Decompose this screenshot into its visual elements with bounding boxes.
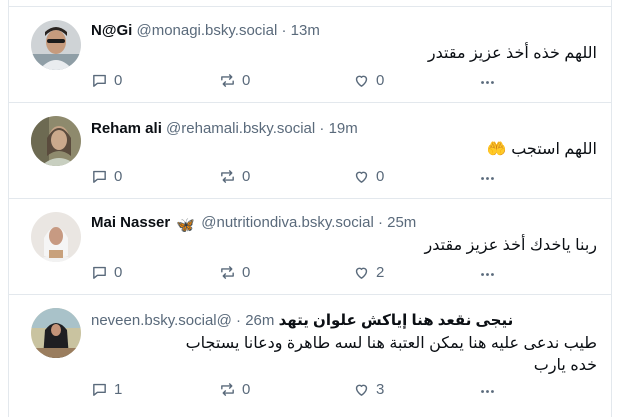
author-handle[interactable]: @monagi.bsky.social (136, 22, 277, 39)
post-header: نيجى نقعد هنا إياكش علوان يتهد neveen.bs… (91, 312, 514, 329)
post-header: Reham ali @rehamali.bsky.social · 19m (91, 120, 358, 137)
post-time[interactable]: 19m (329, 120, 358, 137)
like-count: 3 (376, 381, 385, 398)
butterfly-emoji: 🦋 (176, 217, 196, 234)
repost-count: 0 (242, 264, 251, 281)
author-name[interactable]: N@Gi (91, 22, 132, 39)
post-actions: 0 0 0 (91, 168, 511, 190)
repost-icon (221, 170, 234, 183)
more-icon (481, 273, 494, 276)
more-options-button[interactable] (479, 170, 496, 187)
heart-icon (355, 267, 368, 279)
heart-icon (355, 384, 368, 396)
post-text: ربنا ياخدك أخذ عزيز مقتدر (424, 237, 597, 254)
praying-hands-emoji: 🤲 (486, 141, 507, 158)
reply-button[interactable]: 0 (91, 264, 122, 281)
reply-button[interactable]: 0 (91, 72, 122, 89)
post[interactable]: Mai Nasser 🦋 @nutritiondiva.bsky.social … (9, 198, 611, 295)
feed: N@Gi @monagi.bsky.social · 13m اللهم خذه… (8, 0, 612, 417)
more-options-button[interactable] (479, 266, 496, 283)
avatar[interactable] (31, 116, 81, 166)
more-options-button[interactable] (479, 74, 496, 91)
avatar[interactable] (31, 20, 81, 70)
reply-icon (93, 170, 106, 183)
repost-button[interactable]: 0 (219, 168, 250, 185)
post-text: اللهم استجب 🤲 (487, 139, 597, 161)
reply-count: 1 (114, 381, 123, 398)
post-time[interactable]: 13m (291, 22, 320, 39)
like-count: 0 (376, 72, 385, 89)
heart-icon (355, 75, 368, 87)
author-name[interactable]: Reham ali (91, 120, 162, 137)
like-button[interactable]: 3 (353, 381, 384, 398)
author-handle[interactable]: @rehamali.bsky.social (166, 120, 315, 137)
repost-button[interactable]: 0 (219, 264, 250, 281)
author-name[interactable]: نيجى نقعد هنا إياكش علوان يتهد (279, 312, 514, 329)
like-count: 0 (376, 168, 385, 185)
reply-button[interactable]: 1 (91, 381, 122, 398)
reply-count: 0 (114, 264, 123, 281)
like-button[interactable]: 0 (353, 72, 384, 89)
avatar[interactable] (31, 308, 81, 358)
reply-icon (93, 383, 106, 396)
author-handle[interactable]: neveen.bsky.social@ (91, 312, 232, 329)
repost-icon (221, 383, 234, 396)
post-actions: 0 0 2 (91, 264, 511, 286)
author-handle[interactable]: @nutritiondiva.bsky.social (201, 214, 374, 231)
post-text: اللهم خذه أخذ عزيز مقتدر (427, 45, 597, 62)
like-button[interactable]: 2 (353, 264, 384, 281)
post-text: طيب ندعى عليه هنا يمكن العتبة هنا لسه طا… (185, 335, 597, 374)
reply-icon (93, 266, 106, 279)
reply-count: 0 (114, 72, 123, 89)
repost-count: 0 (242, 72, 251, 89)
heart-icon (355, 171, 368, 183)
repost-icon (221, 266, 234, 279)
avatar[interactable] (31, 212, 81, 262)
post[interactable]: N@Gi @monagi.bsky.social · 13m اللهم خذه… (9, 6, 611, 103)
post-text-body: اللهم استجب (511, 141, 597, 158)
more-icon (481, 177, 494, 180)
repost-icon (221, 74, 234, 87)
author-name[interactable]: Mai Nasser (91, 214, 170, 231)
repost-button[interactable]: 0 (219, 72, 250, 89)
post-actions: 0 0 0 (91, 72, 511, 94)
more-icon (481, 81, 494, 84)
more-icon (481, 390, 494, 393)
more-options-button[interactable] (479, 383, 496, 400)
reply-count: 0 (114, 168, 123, 185)
reply-button[interactable]: 0 (91, 168, 122, 185)
post-time[interactable]: 26m (245, 312, 274, 329)
like-count: 2 (376, 264, 385, 281)
repost-button[interactable]: 0 (219, 381, 250, 398)
reply-icon (93, 74, 106, 87)
post-header: N@Gi @monagi.bsky.social · 13m (91, 22, 320, 39)
like-button[interactable]: 0 (353, 168, 384, 185)
repost-count: 0 (242, 381, 251, 398)
repost-count: 0 (242, 168, 251, 185)
post[interactable]: Reham ali @rehamali.bsky.social · 19m ال… (9, 102, 611, 199)
post[interactable]: نيجى نقعد هنا إياكش علوان يتهد neveen.bs… (9, 294, 611, 418)
post-actions: 1 0 3 (91, 381, 511, 403)
post-time[interactable]: 25m (387, 214, 416, 231)
post-header: Mai Nasser 🦋 @nutritiondiva.bsky.social … (91, 214, 417, 234)
